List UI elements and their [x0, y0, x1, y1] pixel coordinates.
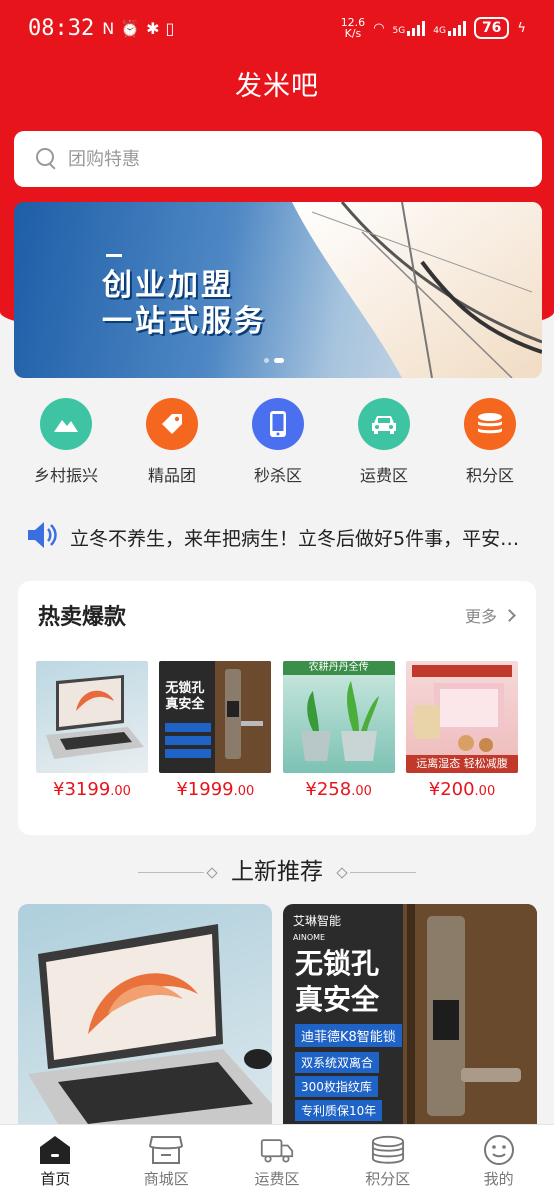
category-label: 积分区 — [465, 466, 514, 485]
category-flash-sale[interactable]: 秒杀区 — [238, 398, 318, 486]
charging-icon: ϟ — [517, 20, 526, 36]
category-premium-group[interactable]: 精品团 — [132, 398, 212, 486]
product-image-laptop — [36, 661, 148, 773]
product-price: ¥200.00 — [428, 779, 496, 800]
phone-icon — [252, 398, 304, 450]
tab-label: 首页 — [40, 1170, 71, 1188]
page-title: 发米吧 — [235, 71, 319, 102]
lock-feature: 专利质保10年 — [295, 1100, 383, 1121]
tab-label: 运费区 — [254, 1170, 300, 1188]
section-title: 上新推荐 — [231, 859, 323, 885]
laptop-image — [28, 924, 272, 1124]
category-rural[interactable]: 乡村振兴 — [26, 398, 106, 486]
product-item[interactable]: 无锁孔 真安全 ¥1999.00 — [159, 661, 272, 800]
plant-banner-text: 农耕丹丹全传 — [308, 662, 369, 673]
indicator-dot — [264, 358, 269, 363]
tab-label: 商城区 — [143, 1170, 189, 1188]
diamond-icon — [206, 866, 218, 879]
wifi-icon: ◠ — [373, 20, 385, 36]
more-link[interactable]: 更多 — [464, 603, 516, 627]
lock-headline: 无锁孔 真安全 — [295, 947, 380, 1016]
product-card-smart-lock[interactable]: 艾琳智能 AINOME 无锁孔 真安全 迪菲德K8智能锁 双系统双离合 300枚指纹… — [283, 904, 537, 1124]
indicator-dot-active — [274, 358, 284, 363]
signal-1: 5G — [393, 20, 426, 36]
category-label: 秒杀区 — [253, 466, 302, 485]
product-price: ¥1999.00 — [176, 779, 255, 800]
bottom-tab-bar: 首页 商城区 运费区 积分区 我的 — [0, 1124, 554, 1200]
product-item[interactable]: 远离湿态 轻松减腹 ¥200.00 — [405, 661, 518, 800]
product-image-tea-box: 远离湿态 轻松减腹 — [405, 661, 518, 773]
product-image-smart-lock: 无锁孔 真安全 — [159, 661, 272, 773]
bluetooth-icon: ✱ — [146, 18, 160, 38]
category-label: 运费区 — [359, 466, 408, 485]
nfc-icon: N — [102, 18, 115, 38]
tab-points[interactable]: 积分区 — [332, 1125, 443, 1200]
product-price: ¥258.00 — [305, 779, 372, 800]
product-image-plants: 农耕丹丹全传 — [282, 661, 395, 773]
coins-icon — [464, 398, 516, 450]
divider-line — [137, 872, 204, 873]
section-title: 热卖爆款 — [38, 605, 127, 630]
battery-level: 76 — [473, 17, 510, 39]
product-card-laptop[interactable] — [18, 904, 272, 1124]
notice-text: 立冬不养生，来年把病生！立冬后做好5件事，平安过冬 — [70, 528, 526, 550]
tab-profile[interactable]: 我的 — [443, 1125, 554, 1200]
status-left-icons: N ⏰ ✱ ▯ — [102, 19, 174, 38]
signal-2: 4G — [433, 20, 466, 36]
tab-home[interactable]: 首页 — [0, 1125, 111, 1200]
shop-icon — [149, 1135, 184, 1165]
lock-slogan: 无锁孔 真安全 — [165, 681, 205, 712]
chevron-right-icon — [503, 608, 516, 622]
notice-bar[interactable]: 立冬不养生，来年把病生！立冬后做好5件事，平安过冬 — [26, 520, 536, 555]
new-arrivals-heading: 上新推荐 — [0, 852, 554, 886]
category-label: 精品团 — [147, 466, 196, 485]
status-bar: 08:32 N ⏰ ✱ ▯ 12.6 K/s ◠ 5G 4G 76 ϟ — [0, 0, 554, 56]
profile-icon — [482, 1135, 516, 1165]
divider-line — [350, 872, 417, 873]
tab-shipping[interactable]: 运费区 — [222, 1125, 333, 1200]
category-shipping[interactable]: 运费区 — [344, 398, 424, 486]
tab-label: 积分区 — [365, 1170, 411, 1188]
category-label: 乡村振兴 — [33, 466, 98, 485]
truck-icon — [260, 1135, 294, 1165]
search-bar[interactable] — [14, 131, 542, 187]
sail-illustration — [292, 202, 542, 378]
search-icon — [36, 148, 58, 170]
product-item[interactable]: 农耕丹丹全传 ¥258.00 — [282, 661, 395, 800]
tea-tagline: 远离湿态 轻松减腹 — [405, 755, 518, 773]
diamond-icon — [336, 866, 348, 879]
status-right: 12.6 K/s ◠ 5G 4G 76 ϟ — [341, 17, 526, 39]
lock-feature: 300枚指纹库 — [295, 1076, 378, 1097]
tag-icon — [146, 398, 198, 450]
speaker-icon — [26, 520, 58, 555]
tab-label: 我的 — [483, 1170, 514, 1188]
status-time: 08:32 — [28, 15, 95, 41]
banner-line2: 一站式服务 — [102, 304, 267, 339]
car-icon — [358, 398, 410, 450]
category-points[interactable]: 积分区 — [450, 398, 530, 486]
more-label: 更多 — [464, 607, 497, 626]
home-icon — [38, 1135, 72, 1165]
mountain-icon — [40, 398, 92, 450]
coins-icon — [371, 1135, 405, 1165]
net-speed: 12.6 K/s — [340, 16, 366, 40]
hot-sales-section: 热卖爆款 更多 ¥3199.00 无锁孔 真安全 ¥1999.00 农耕丹丹全传… — [18, 581, 536, 835]
lock-model: 迪菲德K8智能锁 — [295, 1024, 402, 1047]
alarm-icon: ⏰ — [120, 18, 141, 38]
search-input[interactable] — [68, 148, 468, 170]
product-list: ¥3199.00 无锁孔 真安全 ¥1999.00 农耕丹丹全传 ¥258.00… — [36, 661, 518, 800]
banner-indicator — [264, 358, 284, 363]
tab-mall[interactable]: 商城区 — [111, 1125, 222, 1200]
product-item[interactable]: ¥3199.00 — [36, 661, 148, 800]
lock-feature: 双系统双离合 — [295, 1052, 380, 1073]
category-grid: 乡村振兴 精品团 秒杀区 运费区 积分区 — [14, 398, 542, 486]
vibrate-icon: ▯ — [165, 18, 175, 38]
brand-label: 艾琳智能 AINOME — [293, 914, 342, 942]
promo-banner[interactable]: 创业加盟 一站式服务 — [14, 202, 542, 378]
banner-dash — [106, 254, 122, 257]
product-price: ¥3199.00 — [53, 779, 131, 800]
